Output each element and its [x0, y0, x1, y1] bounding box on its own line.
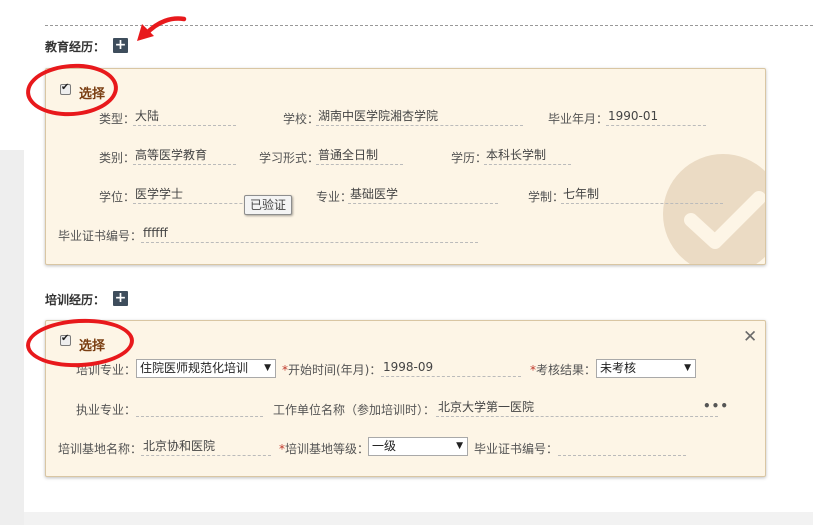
bottom-gutter: [24, 512, 813, 525]
base-level-select[interactable]: 一级 ▼: [368, 437, 468, 456]
add-training-button[interactable]: +: [113, 291, 128, 306]
edu-level-value: 本科长学制: [484, 147, 571, 165]
practice-major-label: 执业专业：: [76, 403, 137, 417]
base-name-label: 培训基地名称：: [58, 442, 143, 456]
dropdown-arrow-icon: ▼: [264, 363, 271, 373]
close-training-icon[interactable]: ✕: [743, 327, 757, 347]
category-label: 类别：: [99, 151, 136, 165]
school-value: 湖南中医学院湘杏学院: [316, 108, 523, 126]
duration-value: 七年制: [561, 186, 723, 204]
type-label: 类型：: [99, 112, 136, 126]
specialty-select-value: 住院医师规范化培训: [140, 361, 249, 375]
study-form-label: 学习形式：: [259, 151, 320, 165]
degree-label: 学位：: [99, 190, 136, 204]
start-time-value: 1998-09: [381, 359, 521, 377]
verified-watermark-icon: [663, 154, 765, 264]
school-label: 学校：: [283, 112, 320, 126]
add-education-button[interactable]: +: [113, 38, 128, 53]
start-time-label-text: 开始时间(年月)：: [288, 363, 382, 377]
grad-date-value: 1990-01: [606, 108, 706, 126]
training-cert-no-input[interactable]: [558, 438, 686, 456]
base-level-select-value: 一级: [372, 439, 397, 453]
base-level-label: *培训基地等级：: [279, 440, 369, 457]
duration-label: 学制：: [528, 190, 565, 204]
type-value: 大陆: [133, 108, 236, 126]
edu-level-label: 学历：: [451, 151, 488, 165]
training-section-title: 培训经历：: [45, 293, 106, 307]
training-panel: ✕ 选择 培训专业： 住院医师规范化培训 ▼ *开始时间(年月)： 1998-0…: [45, 320, 766, 477]
study-form-value: 普通全日制: [316, 147, 403, 165]
plus-icon: +: [114, 290, 127, 306]
education-section-title: 教育经历：: [45, 40, 106, 54]
result-select[interactable]: 未考核 ▼: [596, 359, 696, 378]
base-name-value: 北京协和医院: [141, 438, 271, 456]
start-time-label: *开始时间(年月)：: [282, 361, 381, 378]
cert-no-label: 毕业证书编号：: [58, 229, 143, 243]
dropdown-arrow-icon: ▼: [456, 441, 463, 451]
more-options-icon[interactable]: •••: [703, 399, 729, 413]
base-level-label-text: 培训基地等级：: [285, 442, 370, 456]
annotation-arrow-icon: [137, 16, 187, 41]
work-unit-label: 工作单位名称（参加培训时）：: [273, 403, 436, 417]
result-label: *考核结果：: [530, 361, 596, 378]
result-label-text: 考核结果：: [536, 363, 597, 377]
grad-date-label: 毕业年月：: [548, 112, 609, 126]
practice-major-input[interactable]: [136, 399, 263, 417]
category-value: 高等医学教育: [133, 147, 236, 165]
verified-badge: 已验证: [244, 195, 292, 215]
education-panel: 选择 类型： 大陆 学校： 湖南中医学院湘杏学院 毕业年月： 1990-01 类…: [45, 68, 766, 265]
training-cert-no-label: 毕业证书编号：: [474, 442, 559, 456]
specialty-select[interactable]: 住院医师规范化培训 ▼: [136, 359, 276, 378]
major-label: 专业：: [316, 190, 353, 204]
result-select-value: 未考核: [600, 361, 637, 375]
plus-icon: +: [114, 37, 127, 53]
left-gutter-top: [0, 0, 24, 150]
cert-no-value: ffffff: [141, 225, 478, 243]
dropdown-arrow-icon: ▼: [684, 363, 691, 373]
work-unit-value: 北京大学第一医院: [436, 399, 718, 417]
left-gutter: [0, 150, 24, 525]
major-value: 基础医学: [348, 186, 498, 204]
